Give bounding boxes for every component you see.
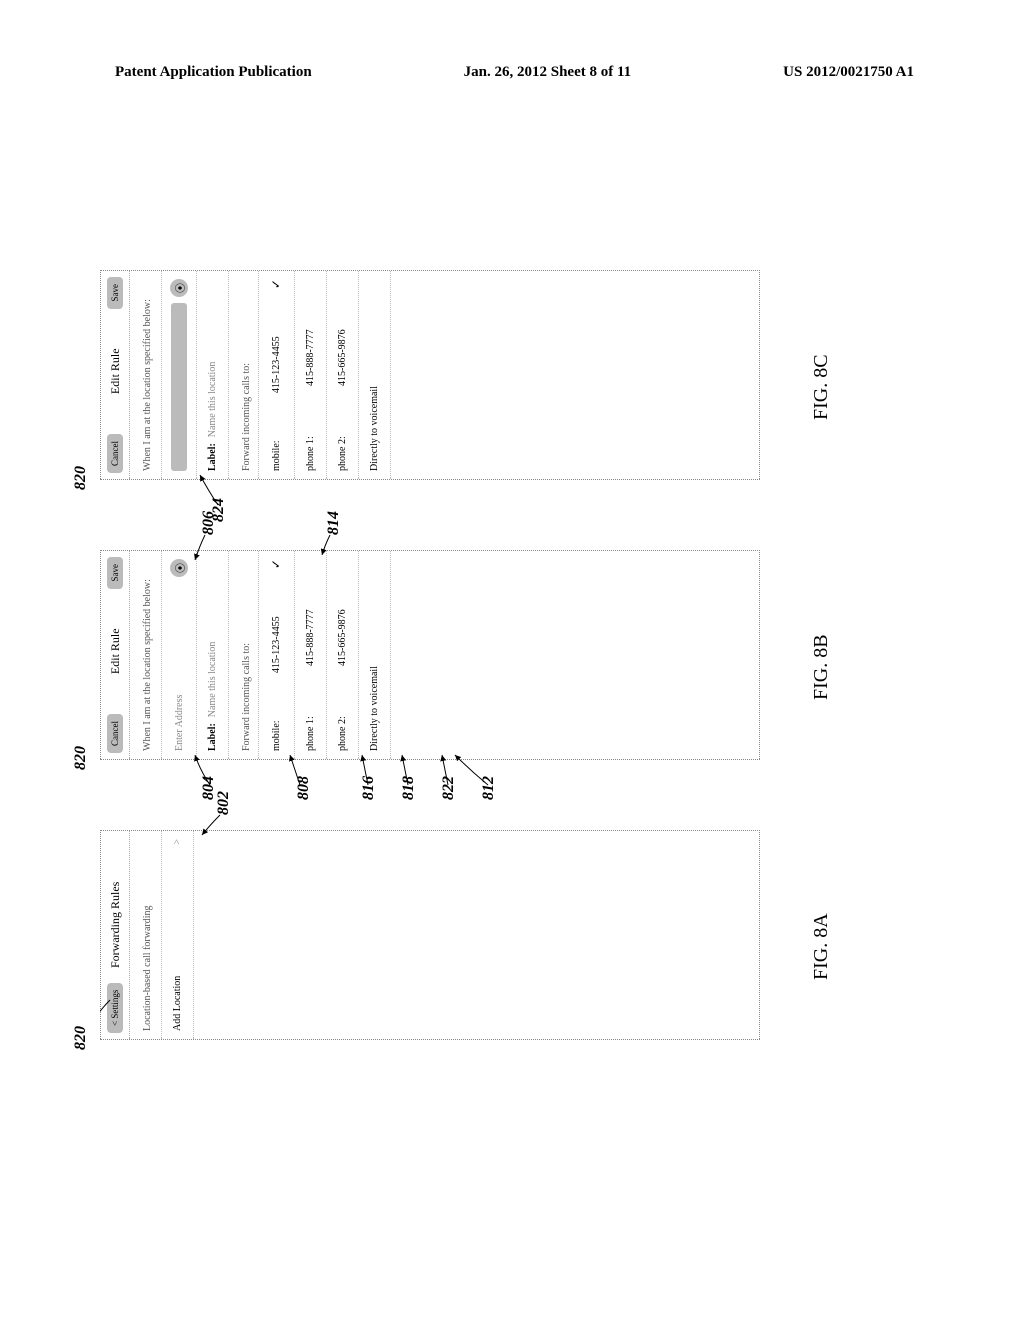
screen-title-a: Forwarding Rules [108,882,123,968]
save-button[interactable]: Save [107,557,123,589]
add-location-row[interactable]: Add Location > [161,831,194,1039]
page-header: Patent Application Publication Jan. 26, … [115,64,914,81]
opt-mobile-label: mobile: [271,720,282,751]
when-line-b: When I am at the location specified belo… [130,551,161,759]
opt-p1-num: 415-888-7777 [305,609,316,666]
forward-opt-voicemail[interactable]: Directly to voicemail [359,551,391,759]
opt-p1-label: phone 1: [305,716,316,751]
label-row-b[interactable]: Label: Name this location [197,551,229,759]
forward-opt-phone2[interactable]: phone 2: 415-665-9876 [327,551,359,759]
nav-bar-b: Cancel Edit Rule Save [101,551,130,759]
opt-p1-label-c: phone 1: [305,436,316,471]
forward-opt-phone2-c[interactable]: phone 2: 415-665-9876 [327,271,359,479]
opt-vm: Directly to voicemail [369,666,380,751]
nav-bar-c: Cancel Edit Rule Save [101,271,130,479]
ref-822: 822 [440,776,458,800]
locate-icon[interactable]: ⦿ [170,559,188,577]
opt-mobile-num-c: 415-123-4455 [271,336,282,393]
forward-opt-mobile[interactable]: mobile: 415-123-4455 ✓ [258,551,295,759]
screen-title-c: Edit Rule [108,348,123,394]
address-filled-value[interactable] [171,303,187,471]
cancel-button[interactable]: Cancel [107,714,123,753]
ref-820-b: 820 [72,746,90,770]
header-left: Patent Application Publication [115,64,312,81]
ref-808: 808 [295,776,313,800]
caption-8c: FIG. 8C [810,354,833,420]
opt-p2-num: 415-665-9876 [337,609,348,666]
address-row-b[interactable]: Enter Address ⦿ [161,551,197,759]
caption-8a: FIG. 8A [810,913,833,980]
nav-bar-a: < Settings Forwarding Rules [101,831,130,1039]
header-right: US 2012/0021750 A1 [783,64,914,81]
ref-820-a: 820 [72,1026,90,1050]
ref-824: 824 [210,498,228,522]
rotated-figure-group: 820 < Settings Forwarding Rules Location… [100,220,1000,1040]
save-button-c[interactable]: Save [107,277,123,309]
label-row-c[interactable]: Label: Name this location [197,271,229,479]
phone-frame-b: Cancel Edit Rule Save When I am at the l… [100,550,760,760]
caption-8b: FIG. 8B [810,634,833,700]
label-placeholder-c: Name this location [207,362,218,438]
address-row-c[interactable]: ⦿ [161,271,197,479]
ref-816: 816 [360,776,378,800]
forward-opt-mobile-c[interactable]: mobile: 415-123-4455 ✓ [258,271,295,479]
label-key-c: Label: [207,443,218,471]
opt-mobile-label-c: mobile: [271,440,282,471]
ref-814: 814 [325,511,343,535]
ref-812: 812 [480,776,498,800]
chevron-right-icon: > [172,839,183,845]
when-line-c: When I am at the location specified belo… [130,271,161,479]
ref-818: 818 [400,776,418,800]
cancel-button-c[interactable]: Cancel [107,434,123,473]
figure-8b: 820 Cancel Edit Rule Save When I am at t… [100,540,760,760]
checkmark-icon-c: ✓ [269,279,284,289]
checkmark-icon: ✓ [269,559,284,569]
label-placeholder-b: Name this location [207,642,218,718]
phone-frame-c: Cancel Edit Rule Save When I am at the l… [100,270,760,480]
add-location-label: Add Location [172,976,183,1031]
ref-820-c: 820 [72,466,90,490]
label-key-b: Label: [207,723,218,751]
forward-opt-phone1-c[interactable]: phone 1: 415-888-7777 [295,271,327,479]
back-button[interactable]: < Settings [107,983,123,1033]
opt-mobile-num: 415-123-4455 [271,616,282,673]
forward-header-c: Forward incoming calls to: [229,271,258,479]
phone-frame-a: < Settings Forwarding Rules Location-bas… [100,830,760,1040]
ref-804: 804 [200,776,218,800]
address-input[interactable]: Enter Address [174,583,185,751]
opt-vm-c: Directly to voicemail [369,386,380,471]
opt-p2-num-c: 415-665-9876 [337,329,348,386]
opt-p2-label-c: phone 2: [337,436,348,471]
forward-opt-phone1[interactable]: phone 1: 415-888-7777 [295,551,327,759]
forward-header-b: Forward incoming calls to: [229,551,258,759]
section-subtitle: Location-based call forwarding [130,831,161,1039]
opt-p1-num-c: 415-888-7777 [305,329,316,386]
figure-8a: 820 < Settings Forwarding Rules Location… [100,820,760,1040]
header-center: Jan. 26, 2012 Sheet 8 of 11 [464,64,632,81]
screen-title-b: Edit Rule [108,628,123,674]
locate-icon-c[interactable]: ⦿ [170,279,188,297]
opt-p2-label: phone 2: [337,716,348,751]
figure-8c: 820 Cancel Edit Rule Save When I am at t… [100,260,760,480]
forward-opt-voicemail-c[interactable]: Directly to voicemail [359,271,391,479]
